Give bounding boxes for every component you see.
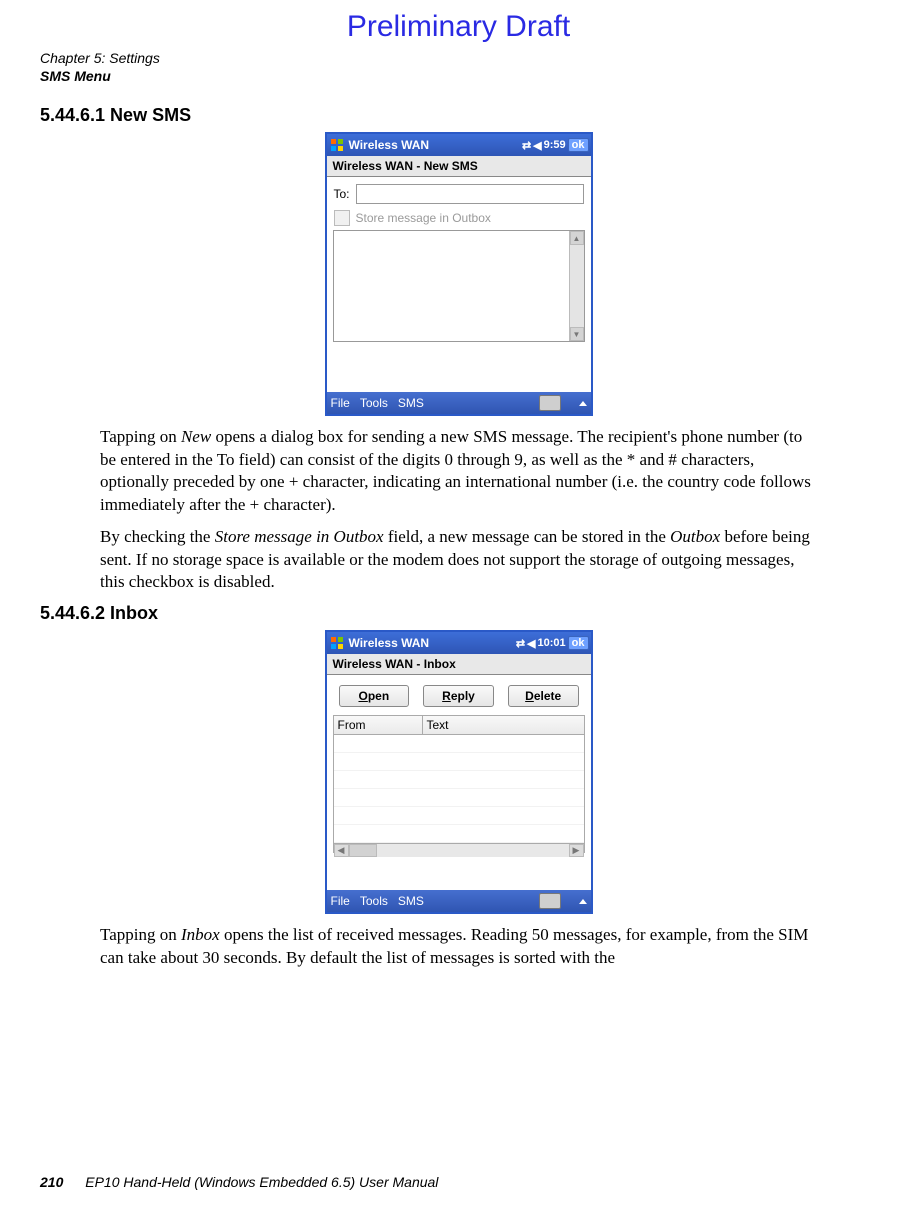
heading-new-sms: 5.44.6.1 New SMS bbox=[40, 105, 877, 126]
signal-icon: ⇄ bbox=[522, 139, 531, 152]
volume-icon: ◀︎ bbox=[527, 637, 535, 650]
app-title: Wireless WAN bbox=[349, 636, 516, 650]
ok-button[interactable]: ok bbox=[568, 138, 589, 152]
clock: 10:01 bbox=[538, 637, 566, 649]
scroll-down-icon[interactable]: ▼ bbox=[570, 327, 584, 341]
para-new-sms-1: Tapping on New opens a dialog box for se… bbox=[100, 426, 817, 516]
textarea-scrollbar[interactable]: ▲ ▼ bbox=[569, 231, 584, 341]
volume-icon: ◀︎ bbox=[533, 139, 541, 152]
menu-file[interactable]: File bbox=[331, 894, 350, 908]
open-button[interactable]: Open bbox=[339, 685, 410, 707]
store-outbox-checkbox bbox=[334, 210, 350, 226]
keyboard-icon[interactable] bbox=[539, 395, 561, 411]
wm-titlebar: Wireless WAN ⇄ ◀︎ 9:59 ok bbox=[327, 134, 591, 156]
sip-up-icon[interactable] bbox=[579, 401, 587, 406]
window-subtitle: Wireless WAN - New SMS bbox=[327, 156, 591, 177]
page-footer: 210 EP10 Hand-Held (Windows Embedded 6.5… bbox=[40, 1174, 438, 1190]
menu-tools[interactable]: Tools bbox=[360, 894, 388, 908]
signal-icon: ⇄ bbox=[516, 637, 525, 650]
para-new-sms-2: By checking the Store message in Outbox … bbox=[100, 526, 817, 593]
scroll-left-icon[interactable]: ◀ bbox=[334, 844, 349, 857]
message-textarea[interactable]: ▲ ▼ bbox=[333, 230, 585, 342]
start-icon[interactable] bbox=[329, 137, 345, 153]
table-hscroll[interactable]: ◀ ▶ bbox=[334, 843, 584, 857]
window-subtitle: Wireless WAN - Inbox bbox=[327, 654, 591, 675]
header-section: SMS Menu bbox=[40, 67, 877, 85]
menu-bar: File Tools SMS bbox=[327, 890, 591, 912]
clock: 9:59 bbox=[544, 139, 566, 151]
delete-button[interactable]: Delete bbox=[508, 685, 579, 707]
sip-up-icon[interactable] bbox=[579, 899, 587, 904]
store-outbox-label: Store message in Outbox bbox=[356, 211, 491, 225]
table-row bbox=[334, 807, 584, 825]
heading-inbox: 5.44.6.2 Inbox bbox=[40, 603, 877, 624]
table-row bbox=[334, 789, 584, 807]
figure-new-sms: Wireless WAN ⇄ ◀︎ 9:59 ok Wireless WAN -… bbox=[325, 132, 593, 416]
para-inbox-1: Tapping on Inbox opens the list of recei… bbox=[100, 924, 817, 969]
to-label: To: bbox=[334, 187, 350, 201]
scroll-thumb[interactable] bbox=[349, 844, 377, 857]
table-row bbox=[334, 753, 584, 771]
table-row bbox=[334, 771, 584, 789]
table-row bbox=[334, 825, 584, 843]
figure-inbox: Wireless WAN ⇄ ◀︎ 10:01 ok Wireless WAN … bbox=[325, 630, 593, 914]
col-from[interactable]: From bbox=[334, 716, 423, 734]
menu-sms[interactable]: SMS bbox=[398, 894, 424, 908]
reply-button[interactable]: Reply bbox=[423, 685, 494, 707]
menu-sms[interactable]: SMS bbox=[398, 396, 424, 410]
page-number: 210 bbox=[40, 1174, 63, 1190]
page-header: Chapter 5: Settings SMS Menu bbox=[40, 49, 877, 85]
scroll-up-icon[interactable]: ▲ bbox=[570, 231, 584, 245]
watermark: Preliminary Draft bbox=[40, 10, 877, 44]
menu-tools[interactable]: Tools bbox=[360, 396, 388, 410]
start-icon[interactable] bbox=[329, 635, 345, 651]
col-text[interactable]: Text bbox=[423, 716, 584, 734]
ok-button[interactable]: ok bbox=[568, 636, 589, 650]
doc-title: EP10 Hand-Held (Windows Embedded 6.5) Us… bbox=[85, 1174, 438, 1190]
inbox-table[interactable]: From Text ◀ ▶ bbox=[333, 715, 585, 853]
wm-titlebar-2: Wireless WAN ⇄ ◀︎ 10:01 ok bbox=[327, 632, 591, 654]
menu-file[interactable]: File bbox=[331, 396, 350, 410]
menu-bar: File Tools SMS bbox=[327, 392, 591, 414]
header-chapter: Chapter 5: Settings bbox=[40, 49, 877, 67]
to-input[interactable] bbox=[356, 184, 584, 204]
app-title: Wireless WAN bbox=[349, 138, 522, 152]
scroll-right-icon[interactable]: ▶ bbox=[569, 844, 584, 857]
keyboard-icon[interactable] bbox=[539, 893, 561, 909]
table-row bbox=[334, 735, 584, 753]
